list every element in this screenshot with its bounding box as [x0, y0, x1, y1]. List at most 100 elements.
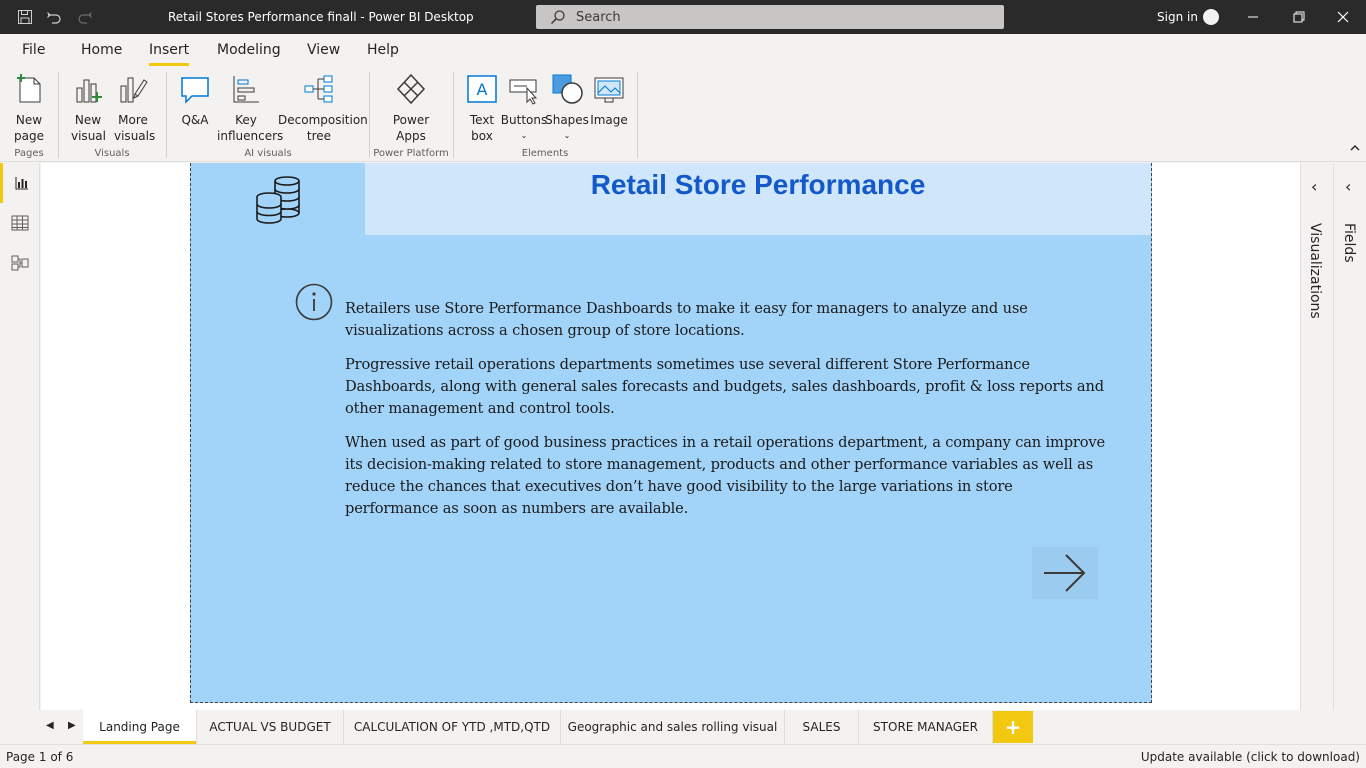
group-ai-visuals-label: AI visuals: [244, 148, 292, 159]
page-tab-sales[interactable]: SALES: [785, 710, 859, 744]
update-available-link[interactable]: Update available (click to download): [1141, 750, 1360, 764]
coins-icon: [191, 163, 365, 235]
new-page-label: New page: [14, 113, 44, 143]
qa-button[interactable]: Q&A: [176, 72, 214, 128]
ribbon-separator: [369, 72, 370, 158]
sign-in-link[interactable]: Sign in: [1157, 10, 1198, 24]
tab-home[interactable]: Home: [81, 42, 122, 58]
tab-help[interactable]: Help: [367, 42, 399, 58]
ribbon-separator: [453, 72, 454, 158]
shapes-label: Shapes: [545, 113, 589, 127]
new-visual-icon: [76, 79, 102, 103]
group-pages-label: Pages: [14, 148, 44, 159]
ribbon-separator: [58, 72, 59, 158]
qa-label: Q&A: [181, 113, 209, 127]
image-icon: [594, 77, 624, 103]
tab-modeling[interactable]: Modeling: [217, 42, 281, 58]
text-box-button[interactable]: A Text box: [464, 72, 500, 144]
page-indicator: Page 1 of 6: [6, 750, 74, 764]
add-page-button[interactable]: +: [993, 711, 1033, 743]
tab-file[interactable]: File: [22, 42, 45, 58]
undo-icon[interactable]: [45, 8, 63, 26]
search-placeholder: Search: [576, 9, 621, 25]
close-icon[interactable]: [1320, 0, 1366, 34]
fields-pane-label[interactable]: Fields: [1341, 223, 1357, 263]
arrow-right-icon: [1044, 554, 1086, 592]
page-tab-calculation[interactable]: CALCULATION OF YTD ,MTD,QTD: [344, 710, 561, 744]
search-icon: [550, 10, 565, 25]
tab-insert[interactable]: Insert: [149, 42, 190, 66]
report-title: Retail Store Performance: [590, 169, 926, 200]
side-panes: ‹ ‹ Visualizations Fields: [1300, 163, 1366, 710]
more-visuals-button[interactable]: More visuals: [110, 72, 156, 144]
group-power-platform-label: Power Platform: [373, 148, 449, 159]
visualizations-expand-icon[interactable]: ‹: [1311, 177, 1317, 196]
power-apps-button[interactable]: Power Apps: [388, 72, 434, 144]
model-view-button[interactable]: [0, 243, 40, 283]
status-bar: Page 1 of 6 Update available (click to d…: [0, 744, 1366, 768]
decomposition-tree-button[interactable]: Decomposition tree: [278, 72, 368, 144]
key-influencers-label: Key influencers: [217, 113, 284, 143]
tab-view[interactable]: View: [307, 42, 340, 58]
key-influencers-icon: [233, 76, 259, 103]
paragraph-1: Retailers use Store Performance Dashboar…: [345, 300, 1028, 339]
shapes-button[interactable]: Shapes ⌄: [545, 72, 589, 144]
page-tab-landing[interactable]: Landing Page: [83, 710, 197, 744]
table-icon: [11, 215, 29, 231]
page-tab-bar: ◀ ▶ Landing Page ACTUAL VS BUDGET CALCUL…: [41, 710, 1300, 744]
ribbon-tab-bar: File Home Insert Modeling View Help: [0, 34, 1366, 66]
decomposition-tree-icon: [304, 75, 333, 103]
image-button[interactable]: Image: [588, 72, 630, 128]
ribbon: New page New visual More visuals Q&A Key…: [0, 66, 1366, 162]
buttons-dropdown-icon: ⌄: [520, 131, 528, 140]
decomposition-tree-label: Decomposition tree: [278, 113, 368, 143]
next-page-icon[interactable]: ▶: [68, 720, 76, 731]
shapes-dropdown-icon: ⌄: [563, 131, 571, 140]
window-title: Retail Stores Performance finall - Power…: [168, 10, 474, 24]
power-apps-icon: [396, 73, 426, 105]
report-description: Retailers use Store Performance Dashboar…: [345, 298, 1105, 532]
svg-text:A: A: [477, 80, 488, 99]
new-visual-button[interactable]: New visual: [66, 72, 110, 144]
collapse-ribbon-icon[interactable]: [1350, 144, 1360, 155]
prev-page-icon[interactable]: ◀: [46, 720, 54, 731]
new-page-icon: [17, 74, 41, 103]
search-box[interactable]: Search: [536, 5, 1004, 29]
paragraph-3: When used as part of good business pract…: [345, 434, 1105, 517]
qa-icon: [181, 77, 209, 104]
next-page-button[interactable]: [1032, 547, 1098, 599]
view-switcher: [0, 163, 40, 710]
data-view-button[interactable]: [0, 203, 40, 243]
text-box-label: Text box: [469, 113, 495, 143]
paragraph-2: Progressive retail operations department…: [345, 356, 1104, 417]
restore-icon[interactable]: [1276, 0, 1322, 34]
redo-icon: [76, 8, 94, 26]
pane-divider: [1333, 163, 1334, 710]
ribbon-separator: [637, 72, 638, 158]
report-view-button[interactable]: [0, 163, 40, 203]
report-page[interactable]: Retail Store Performance Retailers use S…: [190, 163, 1152, 703]
power-apps-label: Power Apps: [392, 113, 430, 143]
page-tab-store-manager[interactable]: STORE MANAGER: [859, 710, 993, 744]
page-tab-geographic[interactable]: Geographic and sales rolling visual: [561, 710, 785, 744]
more-visuals-label: More visuals: [114, 113, 156, 143]
info-icon: [295, 283, 333, 321]
text-box-icon: A: [467, 75, 497, 103]
image-label: Image: [590, 113, 628, 127]
new-page-button[interactable]: New page: [8, 72, 50, 144]
shapes-icon: [552, 74, 583, 104]
visualizations-pane-label[interactable]: Visualizations: [1307, 223, 1323, 319]
minimize-icon[interactable]: [1230, 0, 1276, 34]
page-tab-actual-vs-budget[interactable]: ACTUAL VS BUDGET: [197, 710, 344, 744]
avatar[interactable]: [1203, 9, 1219, 25]
ribbon-separator: [166, 72, 167, 158]
title-bar: Retail Stores Performance finall - Power…: [0, 0, 1366, 34]
save-icon[interactable]: [16, 8, 34, 26]
group-visuals-label: Visuals: [94, 148, 130, 159]
fields-expand-icon[interactable]: ‹: [1345, 177, 1351, 196]
more-visuals-icon: [120, 77, 148, 103]
group-elements-label: Elements: [521, 148, 569, 159]
buttons-label: Buttons: [500, 113, 548, 127]
buttons-button[interactable]: Buttons ⌄: [500, 72, 548, 144]
key-influencers-button[interactable]: Key influencers: [214, 72, 284, 144]
